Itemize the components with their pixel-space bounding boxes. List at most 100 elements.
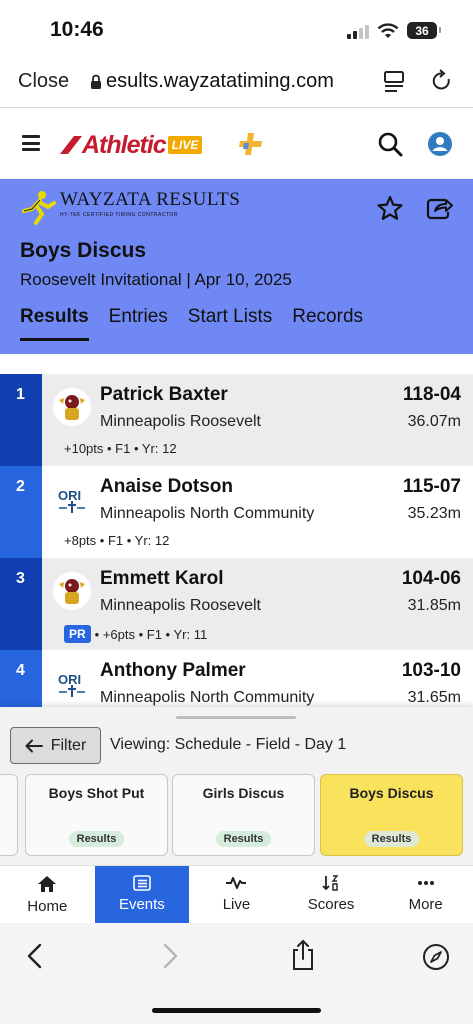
- result-meta-text: +8pts • F1 • Yr: 12: [64, 533, 170, 548]
- wayzata-results-brand: WAYZATA RESULTS HY-TEK CERTIFIED TIMING …: [20, 189, 240, 225]
- share-icon[interactable]: [425, 195, 453, 221]
- logo-text: Athletic: [82, 130, 167, 159]
- reload-icon[interactable]: [431, 68, 453, 94]
- status-time: 10:46: [50, 18, 104, 41]
- sheet-grab-handle[interactable]: [176, 716, 296, 719]
- result-meta: +8pts • F1 • Yr: 12: [64, 533, 169, 548]
- runner-logo-icon: [22, 191, 56, 225]
- mark-imperial: 115-07: [402, 476, 461, 497]
- nav-label: Live: [222, 896, 251, 913]
- mark-imperial: 104-06: [401, 568, 461, 589]
- mark-metric: 36.07m: [407, 413, 461, 430]
- star-icon[interactable]: [377, 195, 403, 221]
- place-number: 1: [0, 374, 42, 466]
- event-card-girls-discus[interactable]: Girls Discus Results: [172, 774, 315, 856]
- home-icon: [38, 876, 57, 892]
- mark-metric: 31.85m: [407, 597, 461, 614]
- close-button[interactable]: Close: [18, 70, 69, 93]
- nav-events[interactable]: Events: [94, 866, 190, 923]
- browser-toolbar: [0, 923, 473, 1024]
- athlete-team: Minneapolis North Community: [100, 689, 315, 706]
- results-list: 1 Patrick Baxter Minneapolis Roosevelt 1…: [0, 374, 473, 742]
- bottom-nav: Home Events Live Scores More: [0, 865, 473, 923]
- result-meta-text: +10pts • F1 • Yr: 12: [64, 441, 177, 456]
- logo-swoosh-icon: [60, 136, 82, 154]
- status-bar: 10:46 36: [0, 0, 473, 60]
- athlete-name: Patrick Baxter: [100, 384, 228, 405]
- athlete-name: Anaise Dotson: [100, 476, 234, 497]
- url-field[interactable]: esults.wayzatatiming.com: [90, 70, 334, 93]
- north-community-logo-icon: ORI: [53, 664, 91, 702]
- schedule-sheet: Filter Viewing: Schedule - Field - Day 1…: [0, 707, 473, 865]
- nav-label: Events: [118, 896, 165, 913]
- reader-icon[interactable]: [383, 70, 405, 94]
- mark-imperial: 118-04: [402, 384, 461, 405]
- roosevelt-logo-icon: [53, 388, 91, 426]
- place-number: 3: [0, 558, 42, 650]
- tab-records[interactable]: Records: [292, 306, 363, 341]
- brand-name: WAYZATA RESULTS: [60, 189, 241, 210]
- share-sheet-icon[interactable]: [290, 939, 316, 971]
- list-icon: [133, 875, 151, 891]
- results-pill: Results: [363, 831, 420, 847]
- brand-subtitle: HY-TEK CERTIFIED TIMING CONTRACTOR: [60, 212, 178, 218]
- event-title: Boys Discus: [20, 239, 147, 262]
- event-header: WAYZATA RESULTS HY-TEK CERTIFIED TIMING …: [0, 179, 473, 354]
- nav-home[interactable]: Home: [0, 866, 95, 923]
- roosevelt-logo-icon: [53, 572, 91, 610]
- mark-imperial: 103-10: [401, 660, 461, 681]
- filter-label: Filter: [50, 736, 87, 754]
- event-card-partial[interactable]: [0, 774, 18, 856]
- event-card-title: Girls Discus: [202, 785, 285, 801]
- event-card-boys-shot-put[interactable]: Boys Shot Put Results: [25, 774, 168, 856]
- nav-live[interactable]: Live: [189, 866, 284, 923]
- event-card-title: Boys Shot Put: [48, 785, 145, 801]
- place-number: 2: [0, 466, 42, 558]
- event-subtitle: Roosevelt Invitational | Apr 10, 2025: [20, 270, 292, 289]
- nav-scores[interactable]: Scores: [284, 866, 379, 923]
- result-row[interactable]: 2 ORI Anaise Dotson Minneapolis North Co…: [0, 466, 473, 558]
- sort-icon: [322, 875, 339, 891]
- more-icon: [417, 881, 434, 885]
- result-row[interactable]: 1 Patrick Baxter Minneapolis Roosevelt 1…: [0, 374, 473, 466]
- filter-button[interactable]: Filter: [10, 727, 101, 764]
- athlete-team: Minneapolis Roosevelt: [100, 413, 261, 430]
- url-text: esults.wayzatatiming.com: [106, 70, 334, 92]
- home-indicator: [152, 1008, 321, 1013]
- account-icon[interactable]: [427, 131, 453, 157]
- wifi-icon: [377, 22, 399, 38]
- tab-results[interactable]: Results: [20, 306, 89, 341]
- pulse-icon: [226, 877, 247, 889]
- result-row[interactable]: 3 Emmett Karol Minneapolis Roosevelt 104…: [0, 558, 473, 650]
- forward-icon[interactable]: [160, 943, 180, 969]
- nav-label: More: [408, 896, 443, 913]
- result-meta-text: • +6pts • F1 • Yr: 11: [94, 626, 208, 642]
- plus-logo-icon: [239, 133, 262, 155]
- event-card-boys-discus[interactable]: Boys Discus Results: [320, 774, 463, 856]
- nav-label: Scores: [307, 896, 355, 913]
- lock-icon: [91, 74, 101, 89]
- battery-icon: 36: [407, 22, 441, 39]
- nav-more[interactable]: More: [378, 866, 473, 923]
- tab-start-lists[interactable]: Start Lists: [188, 306, 272, 341]
- viewing-text: Viewing: Schedule - Field - Day 1: [110, 736, 347, 753]
- mark-metric: 35.23m: [407, 505, 461, 522]
- results-pill: Results: [68, 831, 125, 847]
- event-tabs: Results Entries Start Lists Records: [20, 306, 363, 341]
- back-icon[interactable]: [25, 943, 45, 969]
- nav-label: Home: [27, 898, 68, 915]
- result-meta: PR • +6pts • F1 • Yr: 11: [64, 625, 207, 643]
- athlete-team: Minneapolis North Community: [100, 505, 315, 522]
- pr-badge: PR: [64, 625, 91, 643]
- menu-icon[interactable]: [22, 135, 40, 151]
- app-header: Athletic LIVE: [0, 109, 473, 179]
- north-community-logo-icon: ORI: [53, 480, 91, 518]
- status-icons: 36: [347, 22, 441, 39]
- search-icon[interactable]: [377, 131, 403, 157]
- tab-entries[interactable]: Entries: [109, 306, 168, 341]
- logo-badge: LIVE: [167, 136, 203, 154]
- arrow-left-icon: [25, 739, 43, 752]
- athletic-live-logo[interactable]: Athletic LIVE: [60, 130, 203, 159]
- athlete-name: Anthony Palmer: [100, 660, 246, 681]
- compass-icon[interactable]: [422, 943, 450, 971]
